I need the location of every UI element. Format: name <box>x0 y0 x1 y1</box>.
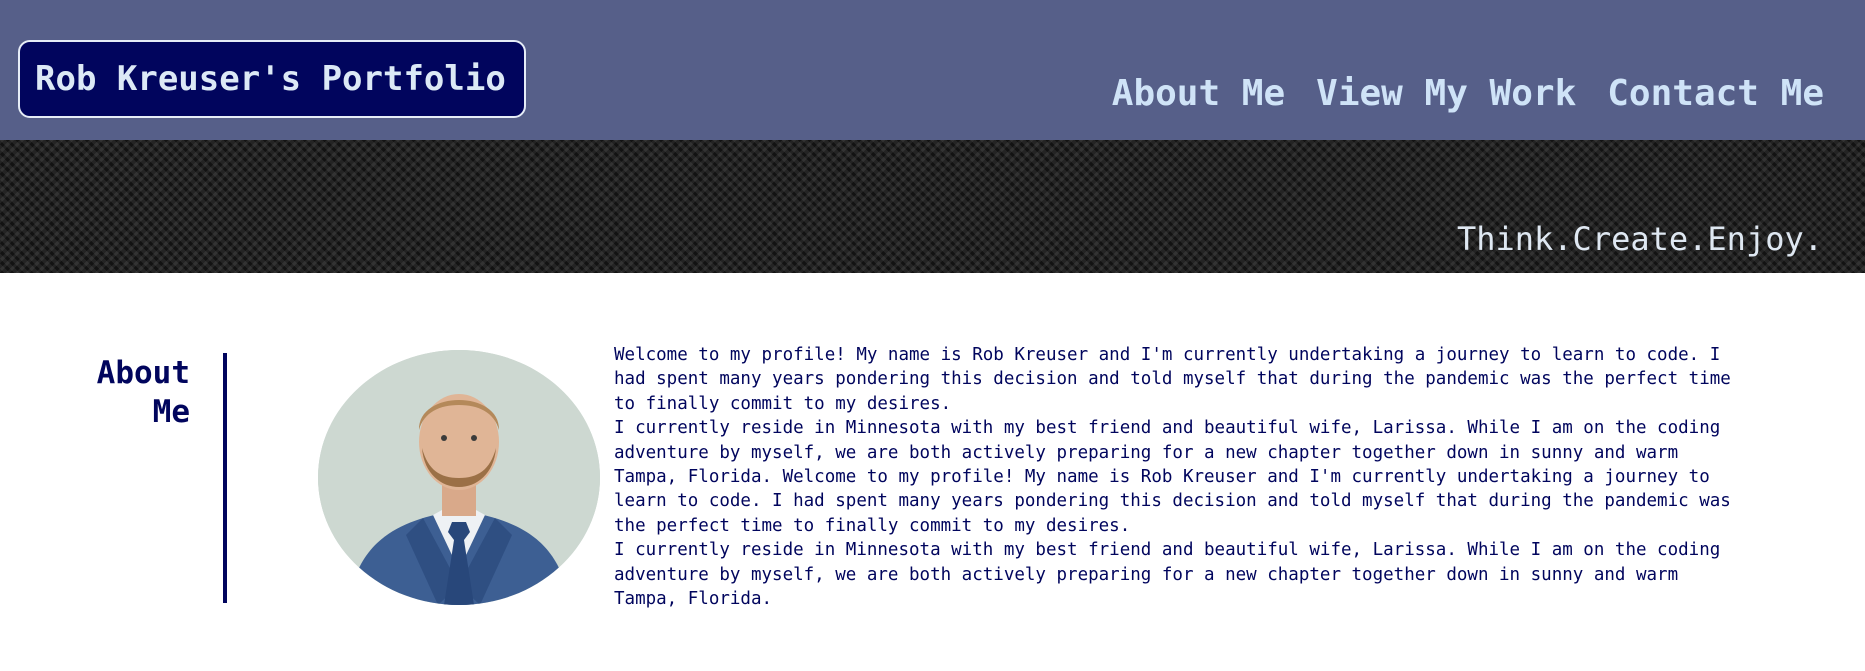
profile-photo-icon <box>318 350 600 605</box>
nav-link-view-my-work[interactable]: View My Work <box>1316 72 1576 116</box>
hero-banner: Think.Create.Enjoy. <box>0 140 1865 273</box>
about-heading: About Me <box>96 355 190 430</box>
section-divider <box>223 353 227 603</box>
about-paragraph: Welcome to my profile! My name is Rob Kr… <box>614 345 1731 414</box>
site-logo[interactable]: Rob Kreuser's Portfolio <box>18 40 526 118</box>
main-nav: About Me View My Work Contact Me <box>1112 72 1824 116</box>
about-paragraph: I currently reside in Minnesota with my … <box>614 540 1721 610</box>
nav-link-about-me[interactable]: About Me <box>1112 72 1285 116</box>
portrait-illustration <box>318 350 600 605</box>
nav-link-contact-me[interactable]: Contact Me <box>1607 72 1824 116</box>
about-paragraph: I currently reside in Minnesota with my … <box>614 418 1731 536</box>
hero-tagline: Think.Create.Enjoy. <box>1456 220 1823 258</box>
site-header: Rob Kreuser's Portfolio About Me View My… <box>0 0 1865 140</box>
about-text: Welcome to my profile! My name is Rob Kr… <box>614 343 1750 611</box>
